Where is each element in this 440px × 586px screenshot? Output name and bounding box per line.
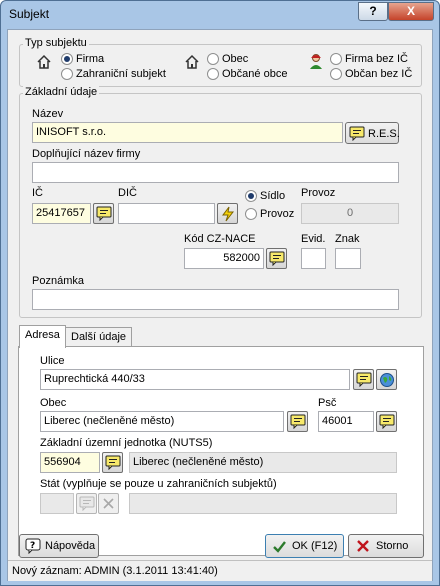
tab-dalsi-udaje[interactable]: Další údaje	[65, 327, 133, 347]
stat-code-input	[40, 493, 74, 514]
comment-icon	[96, 206, 112, 221]
psc-label: Psč	[318, 397, 337, 409]
comment-icon	[269, 251, 285, 266]
window-title: Subjekt	[9, 7, 50, 21]
typ-subjektu-title: Typ subjektu	[23, 37, 89, 49]
comment-icon	[356, 372, 372, 387]
nace-lookup-button[interactable]	[266, 248, 287, 269]
lightning-icon	[220, 206, 236, 222]
title-bar[interactable]: Subjekt ? X	[1, 1, 439, 29]
ic-input[interactable]: 25417657	[32, 203, 91, 224]
radio-firma-bez-ic[interactable]	[330, 53, 342, 65]
nuts-label: Základní územní jednotka (NUTS5)	[40, 437, 213, 449]
globe-icon	[379, 372, 395, 388]
help-bubble-icon: ?	[25, 538, 41, 554]
radio-obcane-obce[interactable]	[207, 68, 219, 80]
status-text: Nový záznam: ADMIN (3.1.2011 13:41:40)	[12, 565, 218, 577]
znak-input[interactable]	[335, 248, 361, 269]
adresa-panel: Ulice Ruprechtická 440/33 Obec Liberec (…	[18, 346, 424, 556]
label-obec: Obec	[222, 53, 249, 65]
ulice-label: Ulice	[40, 355, 65, 367]
dic-label: DIČ	[118, 187, 137, 199]
nace-input[interactable]: 582000	[184, 248, 264, 269]
znak-label: Znak	[335, 233, 360, 245]
provozovna-label: Provoz	[301, 187, 336, 199]
house-icon	[36, 54, 52, 70]
radio-firma[interactable]	[61, 53, 73, 65]
comment-icon	[105, 455, 121, 470]
label-firma: Firma	[76, 53, 105, 65]
subjekt-dialog: Subjekt ? X Typ subjektu Firma Zahraničn…	[0, 0, 440, 586]
res-button-label: R.E.S.	[368, 128, 400, 140]
radio-obcan-bez-ic[interactable]	[330, 68, 342, 80]
comment-icon	[290, 414, 306, 429]
tab-adresa[interactable]: Adresa	[19, 325, 66, 348]
check-icon	[272, 539, 287, 554]
label-provoz: Provoz	[260, 208, 295, 220]
label-firma-bez-ic: Firma bez IČ	[345, 53, 408, 65]
status-bar: Nový záznam: ADMIN (3.1.2011 13:41:40)	[8, 560, 432, 581]
typ-subjektu-group	[19, 44, 422, 87]
doplnujici-label: Doplňující název firmy	[32, 148, 141, 160]
radio-provoz[interactable]	[245, 208, 257, 220]
town-house-icon	[184, 54, 200, 70]
evid-input[interactable]	[301, 248, 326, 269]
napoveda-button[interactable]: ? Nápověda	[19, 534, 99, 558]
ulice-lookup-button[interactable]	[353, 369, 374, 390]
label-sidlo: Sídlo	[260, 190, 286, 202]
cancel-x-icon	[356, 539, 370, 553]
nazev-label: Název	[32, 108, 64, 120]
psc-lookup-button[interactable]	[376, 411, 397, 432]
map-button[interactable]	[376, 369, 397, 390]
radio-sidlo[interactable]	[245, 190, 257, 202]
stat-name-field	[129, 493, 397, 514]
person-icon	[307, 52, 325, 70]
stat-clear-button	[98, 493, 119, 514]
radio-zahranicni-subjekt[interactable]	[61, 68, 73, 80]
storno-button[interactable]: Storno	[348, 534, 424, 558]
ok-button-label: OK (F12)	[292, 540, 338, 552]
nuts-name-field: Liberec (nečleněné město)	[129, 452, 397, 473]
help-title-button[interactable]: ?	[358, 2, 388, 21]
obec-lookup-button[interactable]	[287, 411, 308, 432]
poznamka-label: Poznámka	[32, 275, 84, 287]
nuts-lookup-button[interactable]	[102, 452, 123, 473]
ic-label: IČ	[32, 187, 43, 199]
radio-obec[interactable]	[207, 53, 219, 65]
svg-text:?: ?	[30, 541, 35, 551]
obec-input[interactable]: Liberec (nečleněné město)	[40, 411, 284, 432]
poznamka-input[interactable]	[32, 289, 399, 310]
zakladni-udaje-title: Základní údaje	[23, 86, 100, 98]
dic-input[interactable]	[118, 203, 215, 224]
storno-button-label: Storno	[376, 540, 409, 552]
psc-input[interactable]: 46001	[318, 411, 374, 432]
dialog-body: Typ subjektu Firma Zahraniční subjekt Ob…	[7, 29, 433, 581]
nuts-code-input[interactable]: 556904	[40, 452, 100, 473]
obec-label: Obec	[40, 397, 67, 409]
ulice-input[interactable]: Ruprechtická 440/33	[40, 369, 350, 390]
label-obcane-obce: Občané obce	[222, 68, 288, 80]
close-window-button[interactable]: X	[388, 2, 434, 21]
stat-lookup-button	[76, 493, 97, 514]
ok-button[interactable]: OK (F12)	[265, 534, 344, 558]
doplnujici-input[interactable]	[32, 162, 399, 183]
napoveda-button-label: Nápověda	[45, 540, 96, 552]
evid-label: Evid.	[301, 233, 326, 245]
nace-label: Kód CZ-NACE	[184, 233, 256, 245]
dic-check-button[interactable]	[217, 203, 238, 224]
comment-icon	[379, 414, 395, 429]
comment-icon	[79, 496, 95, 511]
clear-x-icon	[102, 497, 115, 510]
label-obcan-bez-ic: Občan bez IČ	[345, 68, 413, 80]
label-zahranicni-subjekt: Zahraniční subjekt	[76, 68, 166, 80]
ic-lookup-button[interactable]	[93, 203, 114, 224]
res-button[interactable]: R.E.S.	[345, 122, 400, 144]
stat-label: Stát (vyplňuje se pouze u zahraničních s…	[40, 478, 277, 490]
comment-icon	[349, 126, 365, 141]
nazev-input[interactable]: INISOFT s.r.o.	[32, 122, 343, 143]
provozovna-input: 0	[301, 203, 399, 224]
